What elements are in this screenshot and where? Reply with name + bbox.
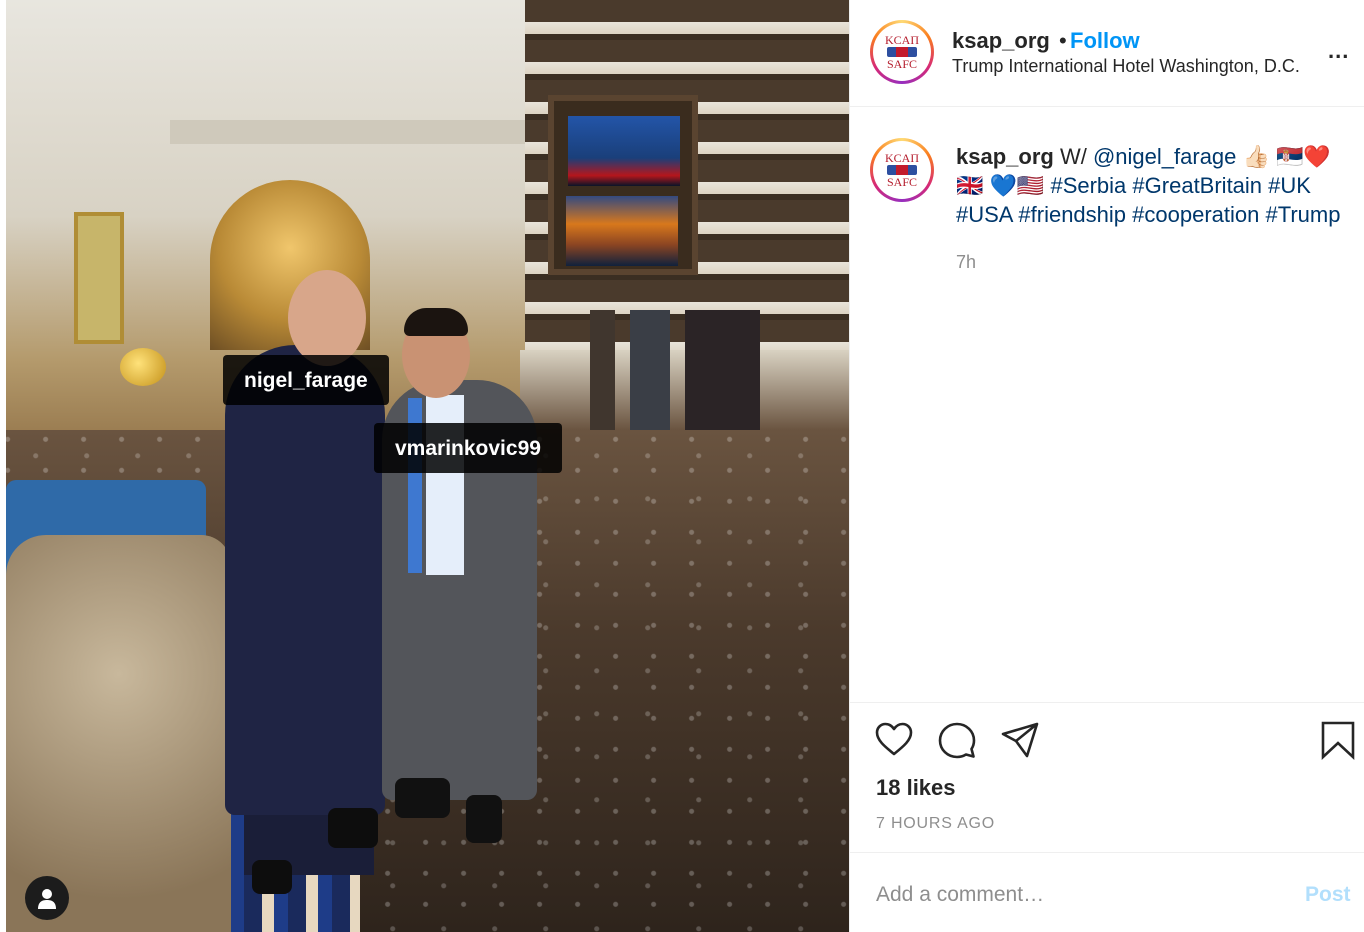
comment-icon[interactable] — [937, 720, 977, 760]
share-icon-glyph — [1001, 722, 1039, 758]
user-tag-vmarinkovic99[interactable]: vmarinkovic99 — [374, 423, 562, 473]
photo-person-1-shoe — [328, 808, 378, 848]
heart-icon-glyph — [875, 722, 913, 756]
post-timestamp: 7 HOURS AGO — [876, 815, 996, 832]
photo-person-1-shoe — [252, 860, 292, 894]
photo-armchair — [6, 535, 231, 932]
logo-text-top: KCAΠ — [884, 33, 919, 47]
post-side-panel: KCAΠ SAFC ksap_org • Follow Trump Intern… — [849, 0, 1364, 932]
caption-avatar[interactable]: KCAΠ SAFC — [870, 138, 934, 202]
photo-beam — [170, 120, 550, 144]
photo-person-2-shirt — [426, 395, 464, 575]
share-icon[interactable] — [1000, 720, 1040, 760]
heart-icon[interactable] — [874, 720, 914, 760]
person-icon-glyph — [38, 889, 56, 909]
caption-emojis: 💙🇺🇸 — [989, 173, 1045, 198]
logo-emblem — [887, 47, 917, 57]
post-header: KCAΠ SAFC ksap_org • Follow Trump Intern… — [850, 0, 1364, 107]
caption-timestamp[interactable]: 7h — [956, 252, 976, 273]
caption-mention[interactable]: @nigel_farage — [1093, 144, 1236, 169]
photo-tv-bottom — [566, 196, 678, 266]
post-caption: ksap_org W/ @nigel_farage 👍🏻 🇷🇸❤️🇬🇧 💙🇺🇸 … — [956, 142, 1356, 229]
avatar[interactable]: KCAΠ SAFC — [870, 20, 934, 84]
hashtag-greatbritain[interactable]: #GreatBritain — [1132, 173, 1262, 198]
comment-icon-glyph — [938, 722, 976, 759]
photo-vase — [120, 348, 166, 386]
header-username[interactable]: ksap_org — [952, 28, 1050, 54]
photo-person-1-head — [288, 270, 366, 366]
avatar-ring: KCAΠ SAFC — [873, 141, 931, 199]
location-link[interactable]: Trump International Hotel Washington, D.… — [952, 56, 1300, 77]
likes-count[interactable]: 18 likes — [876, 775, 956, 801]
post-photo[interactable]: nigel_farage vmarinkovic99 — [0, 0, 849, 932]
logo-text-top: KCAΠ — [884, 151, 919, 165]
header-separator: • — [1059, 28, 1067, 53]
caption-text: W/ — [1059, 144, 1087, 169]
photo-tv-top — [568, 116, 680, 186]
hashtag-friendship[interactable]: #friendship — [1018, 202, 1126, 227]
logo-text-bottom: SAFC — [886, 175, 918, 189]
post-comment-button[interactable]: Post — [1305, 883, 1351, 907]
caption-username[interactable]: ksap_org — [956, 144, 1054, 169]
more-options-icon[interactable]: ... — [1328, 38, 1349, 64]
hashtag-serbia[interactable]: #Serbia — [1050, 173, 1126, 198]
photo-person-1 — [225, 345, 385, 815]
bookmark-icon-glyph — [1321, 721, 1355, 760]
bookmark-icon[interactable] — [1318, 720, 1358, 760]
hashtag-uk[interactable]: #UK — [1268, 173, 1311, 198]
logo-emblem — [887, 165, 917, 175]
photo-person-2-shoe — [466, 795, 502, 843]
user-tag-nigel-farage[interactable]: nigel_farage — [223, 355, 389, 405]
follow-button[interactable]: Follow — [1070, 28, 1140, 54]
ksap-logo: KCAΠ SAFC — [876, 144, 928, 196]
person-icon[interactable] — [25, 876, 69, 920]
hashtag-cooperation[interactable]: #cooperation — [1132, 202, 1259, 227]
photo-background-people — [590, 310, 760, 440]
ksap-logo: KCAΠ SAFC — [876, 26, 928, 78]
avatar-ring: KCAΠ SAFC — [873, 23, 931, 81]
photo-person-2-hair — [404, 308, 468, 336]
photo-left-edge — [0, 0, 6, 932]
photo-person-2-shoe — [395, 778, 450, 818]
hashtag-trump[interactable]: #Trump — [1266, 202, 1341, 227]
photo-painting — [74, 212, 124, 344]
comment-input[interactable] — [876, 870, 1256, 920]
hashtag-usa[interactable]: #USA — [956, 202, 1012, 227]
logo-text-bottom: SAFC — [886, 57, 918, 71]
